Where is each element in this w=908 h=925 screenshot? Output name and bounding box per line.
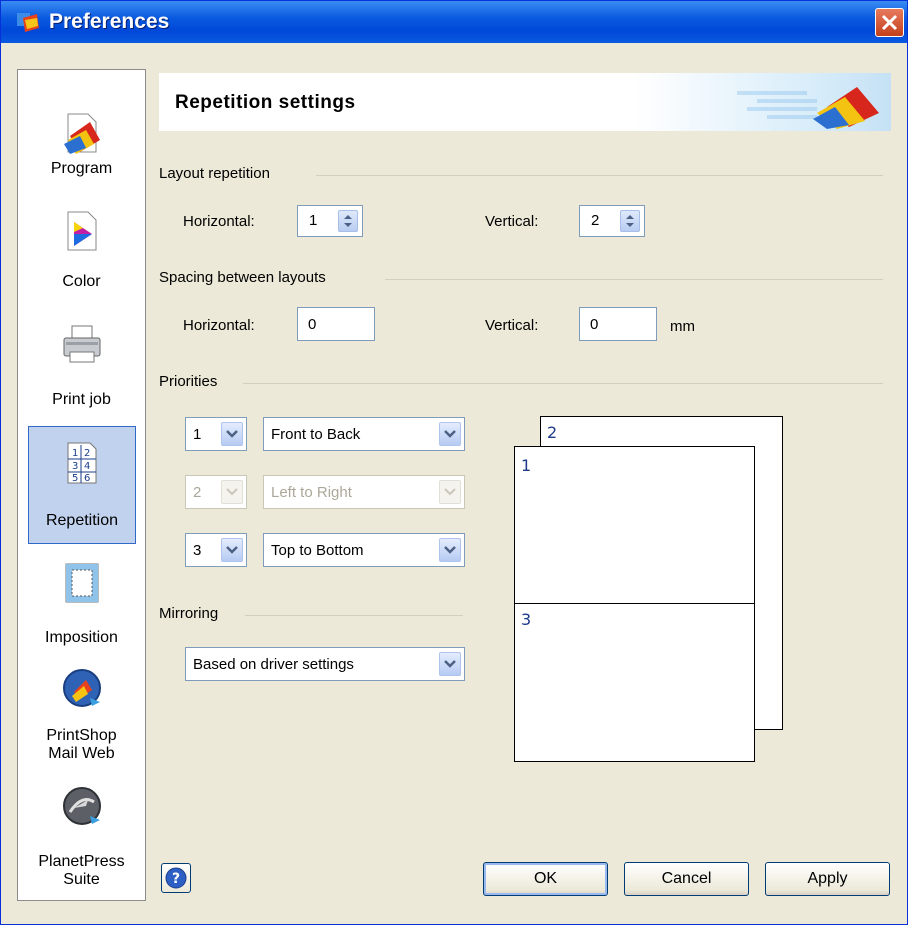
section-divider (245, 615, 463, 616)
select-value: Top to Bottom (271, 542, 364, 559)
preview-page-top: 1 (514, 446, 755, 605)
close-button[interactable] (875, 8, 904, 37)
input-value: 0 (308, 316, 317, 333)
priority-1-direction-select[interactable]: Front to Back (263, 417, 465, 451)
select-value: Left to Right (271, 484, 352, 501)
page-title: Repetition settings (175, 92, 356, 113)
sidebar-item-repetition[interactable]: 12 34 56 Repetition (28, 426, 136, 544)
chevron-down-icon[interactable] (439, 422, 461, 446)
svg-text:4: 4 (84, 461, 90, 472)
priority-2-number-select: 2 (185, 475, 247, 509)
mirroring-section: Mirroring (159, 605, 463, 627)
layout-horizontal-spinner[interactable]: 1 (297, 205, 363, 237)
sidebar-item-imposition[interactable]: Imposition (18, 548, 145, 660)
layout-horizontal-label: Horizontal: (183, 213, 255, 230)
layout-vertical-label: Vertical: (485, 213, 539, 230)
priority-3-number-select[interactable]: 3 (185, 533, 247, 567)
chevron-down-icon (221, 480, 243, 504)
sidebar-item-label-line1: PlanetPress (38, 853, 125, 870)
spacing-horizontal-input[interactable]: 0 (297, 307, 375, 341)
sidebar-item-program[interactable]: Program (18, 80, 145, 192)
chevron-down-icon[interactable] (439, 652, 461, 676)
section-title: Mirroring (159, 605, 219, 622)
printshop-mail-web-icon (62, 669, 101, 707)
sidebar-item-color[interactable]: Color (18, 192, 145, 304)
chevron-down-icon[interactable] (439, 538, 461, 562)
spacing-section: Spacing between layouts (159, 269, 883, 291)
preferences-window: Preferences Program Color Print job 1 2 … (0, 0, 908, 925)
section-divider (316, 175, 883, 176)
input-value: 0 (590, 316, 599, 333)
section-title: Layout repetition (159, 165, 270, 182)
program-icon (63, 113, 100, 154)
sidebar-item-label: Repetition (45, 512, 119, 529)
spinner-value: 1 (309, 212, 318, 229)
printer-icon (63, 325, 100, 363)
sidebar-item-label: Color (62, 273, 101, 290)
preview-label: 2 (547, 423, 558, 442)
sidebar-item-print-job[interactable]: Print job (18, 304, 145, 422)
header-logo-icon (737, 87, 879, 129)
spinner-arrows-icon[interactable] (338, 210, 358, 232)
preview-label: 1 (521, 456, 532, 475)
help-button[interactable]: ? (161, 863, 191, 893)
select-value: 1 (193, 426, 202, 443)
sidebar-item-label: Program (50, 160, 113, 177)
repetition-icon: 12 34 56 (67, 442, 97, 484)
section-title: Spacing between layouts (159, 269, 326, 286)
sidebar-item-label-line1: PrintShop (46, 727, 117, 744)
window-title: Preferences (49, 10, 170, 33)
app-icon (17, 13, 39, 32)
sidebar-item-printshop-mail-web[interactable]: PrintShop Mail Web (18, 660, 145, 778)
apply-button[interactable]: Apply (765, 862, 890, 896)
priority-2-direction-select: Left to Right (263, 475, 465, 509)
mirroring-select[interactable]: Based on driver settings (185, 647, 465, 681)
color-icon (67, 211, 96, 251)
spacing-vertical-input[interactable]: 0 (579, 307, 657, 341)
section-divider (243, 383, 883, 384)
sidebar: Program Color Print job 1 2 3 4 5 6 Repe… (17, 69, 146, 901)
cancel-button[interactable]: Cancel (624, 862, 749, 896)
sidebar-item-planetpress-suite[interactable]: PlanetPress Suite (18, 778, 145, 896)
sidebar-item-label-line2: Mail Web (48, 745, 115, 762)
section-divider (385, 279, 883, 280)
svg-text:6: 6 (84, 473, 90, 484)
priorities-section: Priorities (159, 373, 883, 395)
layout-vertical-spinner[interactable]: 2 (579, 205, 645, 237)
spinner-arrows-icon[interactable] (620, 210, 640, 232)
svg-text:2: 2 (84, 448, 90, 459)
layout-repetition-section: Layout repetition (159, 165, 883, 187)
preview-page-bottom: 3 (514, 603, 755, 762)
imposition-icon (65, 563, 98, 603)
unit-label: mm (670, 318, 695, 335)
select-value: 3 (193, 542, 202, 559)
svg-text:3: 3 (72, 461, 78, 472)
planetpress-suite-icon (62, 787, 101, 825)
sidebar-item-label: Imposition (45, 629, 118, 646)
spacing-horizontal-label: Horizontal: (183, 317, 255, 334)
svg-text:?: ? (172, 871, 180, 887)
spacing-vertical-label: Vertical: (485, 317, 539, 334)
close-icon (881, 14, 898, 31)
priority-1-number-select[interactable]: 1 (185, 417, 247, 451)
preview-label: 3 (521, 610, 532, 629)
select-value: Front to Back (271, 426, 361, 443)
spinner-value: 2 (591, 212, 600, 229)
sidebar-item-label: Print job (52, 391, 111, 408)
sidebar-item-label-line2: Suite (63, 871, 100, 888)
title-bar[interactable]: Preferences (1, 1, 907, 43)
ok-button[interactable]: OK (483, 862, 608, 896)
svg-text:1: 1 (72, 448, 78, 459)
svg-text:5: 5 (72, 473, 78, 484)
page-header: Repetition settings (159, 73, 891, 131)
help-icon: ? (165, 867, 187, 889)
select-value: Based on driver settings (193, 656, 354, 673)
section-title: Priorities (159, 373, 218, 390)
chevron-down-icon[interactable] (221, 538, 243, 562)
priority-3-direction-select[interactable]: Top to Bottom (263, 533, 465, 567)
select-value: 2 (193, 484, 202, 501)
chevron-down-icon[interactable] (221, 422, 243, 446)
chevron-down-icon (439, 480, 461, 504)
